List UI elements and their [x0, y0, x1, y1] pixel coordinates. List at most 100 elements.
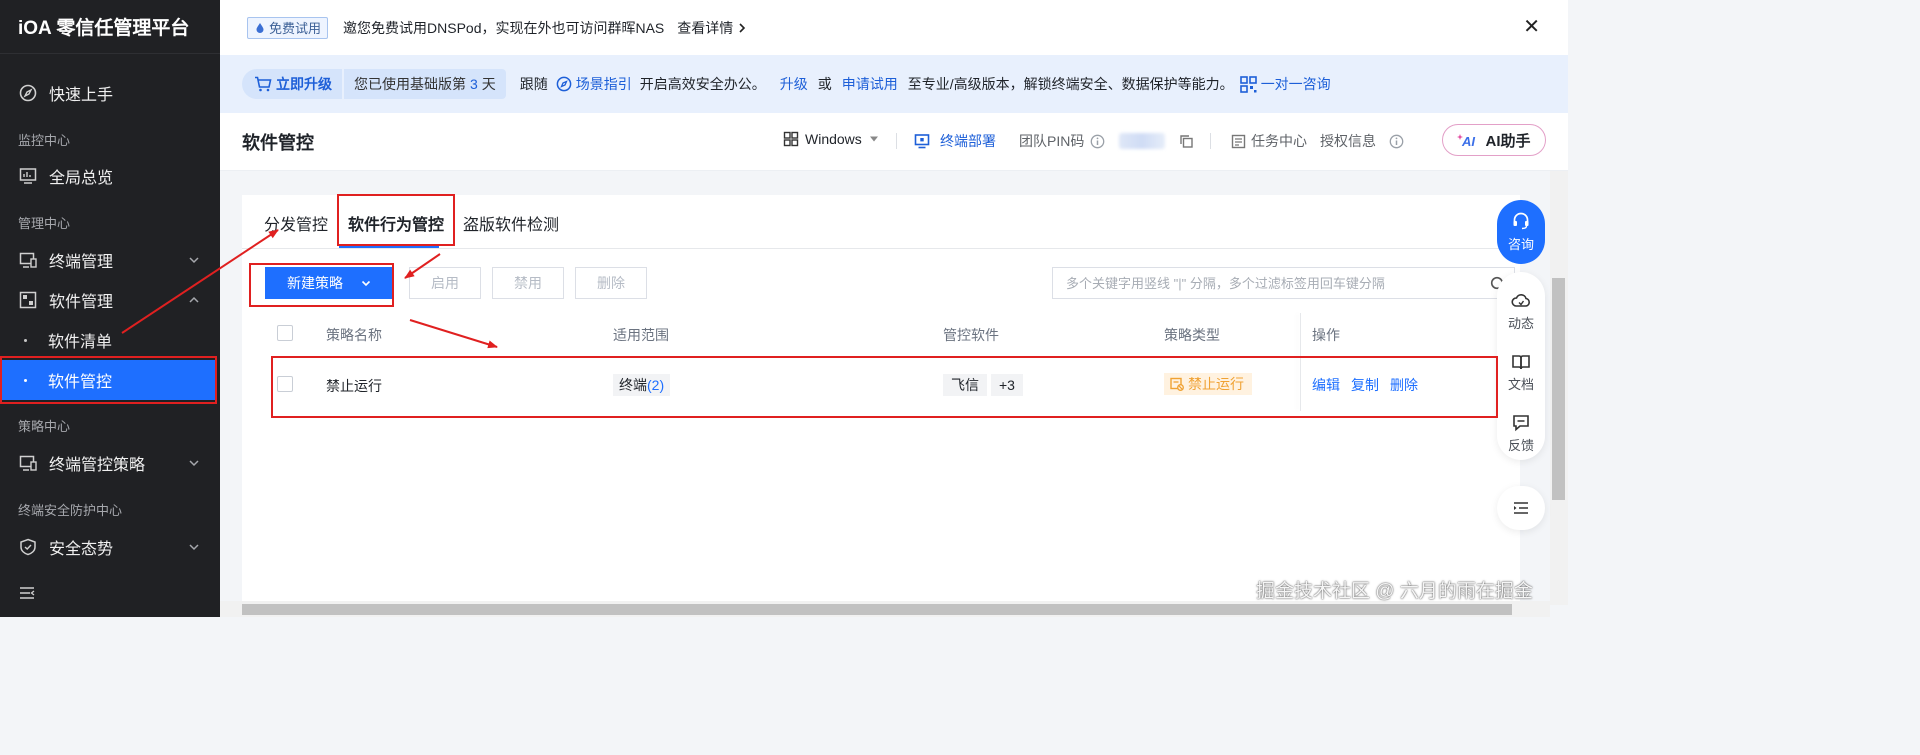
nav-security-posture[interactable]: 安全态势	[0, 527, 220, 567]
page-header: 软件管控 Windows 终端部署 团队PIN码 任务中心 授权信息 AI AI…	[220, 113, 1568, 171]
copy-icon[interactable]	[1179, 134, 1194, 149]
row-checkbox[interactable]	[277, 376, 293, 392]
new-policy-label: 新建策略	[287, 275, 343, 291]
feedback-icon	[1513, 415, 1529, 432]
search-input[interactable]	[1064, 274, 1474, 292]
free-trial-tag: 免费试用	[247, 16, 329, 39]
collapse-panel-button[interactable]	[1497, 486, 1545, 530]
forbid-app-icon	[1170, 377, 1184, 391]
tail-text: 至专业/高级版本，解锁终端安全、数据保护等能力。	[907, 76, 1234, 92]
ai-sparkle-icon: AI	[1457, 134, 1476, 148]
disable-button[interactable]: 禁用	[492, 267, 564, 299]
table-row: 禁止运行 终端 (2) 飞信 +3 禁止运行 编辑 复制 删除	[242, 361, 1520, 409]
info-icon[interactable]	[1090, 134, 1105, 149]
headset-icon	[1513, 212, 1529, 230]
ai-assistant-button[interactable]: AI AI助手	[1442, 124, 1546, 156]
follow-label: 跟随	[519, 76, 548, 92]
docs-button[interactable]: 文档	[1497, 353, 1545, 393]
delete-button[interactable]: 删除	[575, 267, 647, 299]
windows-icon	[783, 131, 799, 147]
nav-software-control[interactable]: 软件管控	[0, 360, 216, 400]
policy-name: 禁止运行	[326, 378, 382, 394]
base-version-badge: 您已使用基础版第 3 天	[344, 69, 506, 99]
bullet-icon	[24, 379, 27, 382]
feedback-button[interactable]: 反馈	[1497, 414, 1545, 454]
software-more-chip[interactable]: +3	[991, 374, 1023, 396]
os-selector[interactable]: Windows	[783, 131, 879, 147]
os-label: Windows	[805, 131, 862, 147]
nav-endpoint-management[interactable]: 终端管理	[0, 240, 220, 280]
compass-icon	[556, 76, 572, 92]
task-center-link[interactable]: 任务中心	[1231, 131, 1307, 151]
vertical-scroll-thumb[interactable]	[1552, 278, 1565, 500]
nav-group-policy: 策略中心	[18, 419, 71, 434]
info-icon	[1389, 134, 1404, 148]
team-pin-label: 团队PIN码	[1019, 133, 1085, 149]
feedback-label: 反馈	[1507, 438, 1534, 453]
watermark: 掘金技术社区 @ 六月的雨在掘金	[1256, 581, 1533, 602]
scope-chip[interactable]: 终端 (2)	[613, 374, 671, 396]
license-info-label: 授权信息	[1320, 133, 1376, 149]
col-controlled-software: 管控软件	[943, 327, 999, 343]
consult-label: 一对一咨询	[1260, 76, 1331, 92]
nav-software-management[interactable]: 软件管理	[0, 280, 220, 320]
collapse-menu-icon[interactable]	[18, 584, 36, 602]
table-header: 策略名称 适用范围 管控软件 策略类型 操作	[242, 313, 1520, 353]
new-policy-button[interactable]: 新建策略	[265, 267, 394, 299]
base-suffix: 天	[481, 76, 496, 92]
copy-link[interactable]: 复制	[1351, 375, 1379, 395]
license-info-link[interactable]: 授权信息	[1320, 131, 1404, 151]
nav-group-security: 终端安全防护中心	[18, 503, 123, 518]
docs-label: 文档	[1507, 377, 1534, 392]
view-detail-link[interactable]: 查看详情	[677, 18, 748, 38]
content-card: 分发管控 软件行为管控 盗版软件检测 新建策略 启用 禁用 删除 策略名称 适用…	[242, 195, 1520, 605]
chevron-right-icon	[739, 22, 746, 33]
nav-software-list[interactable]: 软件清单	[0, 320, 216, 360]
policy-type-label: 禁止运行	[1188, 376, 1244, 392]
search-box	[1052, 267, 1515, 299]
base-days: 3	[470, 76, 478, 92]
dynamic-button[interactable]: 动态	[1497, 292, 1545, 332]
tab-distribution-control[interactable]: 分发管控	[264, 211, 328, 235]
promo-banner: 免费试用 邀您免费试用DNSPod，实现在外也可访问群晖NAS 查看详情 ✕	[220, 0, 1568, 55]
endpoint-deploy-label: 终端部署	[940, 133, 996, 149]
nav-quick-start[interactable]: 快速上手	[0, 73, 220, 113]
consult-button[interactable]: 咨询	[1497, 200, 1545, 264]
nav-endpoint-policy[interactable]: 终端管控策略	[0, 443, 220, 483]
endpoint-deploy-link[interactable]: 终端部署	[914, 131, 996, 151]
chevron-down-icon	[361, 280, 371, 287]
tab-software-behavior-control[interactable]: 软件行为管控	[348, 211, 444, 235]
nav-group-monitor: 监控中心	[18, 133, 71, 148]
monitor-icon	[18, 166, 38, 186]
apply-trial-link[interactable]: 申请试用	[842, 74, 898, 94]
one-on-one-consult-link[interactable]: 一对一咨询	[1239, 74, 1331, 94]
enable-button[interactable]: 启用	[409, 267, 481, 299]
scene-guide-link[interactable]: 场景指引	[556, 74, 632, 94]
start-text: 开启高效安全办公。	[639, 76, 766, 92]
delete-link[interactable]: 删除	[1390, 375, 1418, 395]
select-all-checkbox[interactable]	[277, 325, 293, 341]
helper-menu: 动态 文档 反馈	[1497, 272, 1545, 460]
nav-security-posture-label: 安全态势	[49, 541, 114, 558]
nav-software-management-label: 软件管理	[49, 294, 114, 311]
horizontal-scroll-thumb[interactable]	[242, 604, 1512, 615]
bullet-icon	[24, 339, 27, 342]
cart-icon	[255, 76, 272, 92]
scope-label: 终端	[619, 377, 647, 393]
edit-link[interactable]: 编辑	[1312, 375, 1340, 395]
pin-code-masked	[1119, 133, 1166, 149]
close-icon[interactable]: ✕	[1523, 17, 1540, 37]
ai-assistant-label: AI助手	[1485, 132, 1531, 150]
free-trial-label: 免费试用	[269, 21, 322, 36]
scope-count: (2)	[647, 377, 665, 393]
upgrade-now-button[interactable]: 立即升级	[242, 69, 342, 99]
nav-overview[interactable]: 全局总览	[0, 156, 220, 196]
col-policy-type: 策略类型	[1164, 327, 1220, 343]
upgrade-link[interactable]: 升级	[780, 74, 808, 94]
tab-bar: 分发管控 软件行为管控 盗版软件检测	[242, 195, 1520, 249]
brand-logo: iOA 零信任管理平台	[0, 0, 220, 54]
page-title: 软件管控	[242, 133, 314, 153]
endpoint-icon	[18, 250, 38, 270]
chevron-down-icon	[188, 456, 200, 474]
tab-pirated-software-detection[interactable]: 盗版软件检测	[463, 211, 559, 235]
